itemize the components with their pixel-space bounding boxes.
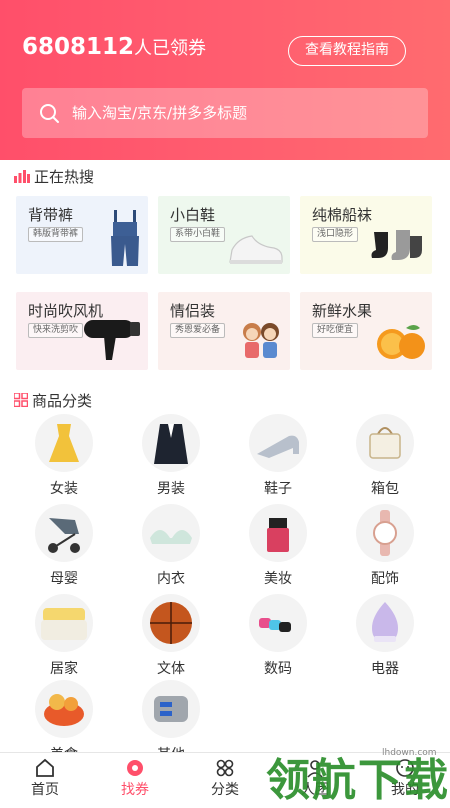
- category-label: 男装: [157, 481, 185, 497]
- hot-card-title: 小白鞋: [170, 206, 216, 224]
- hair-dryer-icon: [84, 316, 142, 366]
- hot-card-tag: 浅口隐形: [312, 227, 359, 242]
- coupon-count: 6808112人已领券: [22, 34, 206, 60]
- hot-search-title: 正在热搜: [14, 166, 94, 187]
- basketball-icon: [142, 594, 200, 652]
- hot-card-title: 纯棉船袜: [312, 206, 373, 224]
- cushion-icon: [35, 594, 93, 652]
- category-label: 母婴: [50, 571, 78, 587]
- tab-label: 找券: [121, 782, 149, 798]
- category-label: 美妆: [264, 571, 292, 587]
- hot-card-overalls[interactable]: 背带裤 韩版背带裤: [16, 196, 148, 274]
- hot-card-tag: 韩版背带裤: [28, 227, 84, 242]
- category-underwear[interactable]: 内衣: [126, 504, 216, 588]
- orange-icon: [376, 322, 426, 366]
- suit-icon: [142, 414, 200, 472]
- category-accessories[interactable]: 配饰: [340, 504, 430, 588]
- category-title: 商品分类: [13, 390, 93, 411]
- header-banner: 6808112人已领券 查看教程指南 输入淘宝/京东/拼多多标题: [0, 0, 450, 160]
- humidifier-icon: [356, 594, 414, 652]
- car-charger-icon: [142, 680, 200, 738]
- tab-home[interactable]: 首页: [5, 757, 85, 799]
- category-label: 内衣: [157, 571, 185, 587]
- overalls-icon: [108, 210, 142, 270]
- category-appliances[interactable]: 电器: [340, 594, 430, 678]
- hot-search-label: 正在热搜: [34, 168, 95, 186]
- tutorial-guide-button[interactable]: 查看教程指南: [288, 36, 406, 66]
- bar-chart-icon: [14, 169, 30, 187]
- hot-card-tag: 好吃便宜: [312, 323, 359, 338]
- category-label: 女装: [50, 481, 78, 497]
- category-label: 数码: [264, 661, 292, 677]
- hot-card-title: 新鲜水果: [312, 302, 373, 320]
- category-bags[interactable]: 箱包: [340, 414, 430, 498]
- watch-icon: [356, 504, 414, 562]
- category-sports[interactable]: 文体: [126, 594, 216, 678]
- tab-category[interactable]: 分类: [185, 757, 265, 799]
- bra-icon: [142, 504, 200, 562]
- digital-icon: [249, 594, 307, 652]
- category-home[interactable]: 居家: [19, 594, 109, 678]
- hot-card-tag: 快来洗剪吹: [28, 323, 84, 338]
- hot-card-couple[interactable]: 情侣装 秀恩爱必备: [158, 292, 290, 370]
- coupon-count-number: 6808112: [22, 34, 135, 60]
- category-shoes[interactable]: 鞋子: [233, 414, 323, 498]
- category-label: 居家: [50, 661, 78, 677]
- category-men[interactable]: 男装: [126, 414, 216, 498]
- handbag-icon: [356, 414, 414, 472]
- search-bar[interactable]: 输入淘宝/京东/拼多多标题: [22, 88, 428, 138]
- hot-card-title: 情侣装: [170, 302, 216, 320]
- category-label: 商品分类: [32, 392, 93, 410]
- hot-card-sneaker[interactable]: 小白鞋 系带小白鞋: [158, 196, 290, 274]
- home-icon: [5, 757, 85, 779]
- grid-icon: [13, 391, 29, 411]
- category-digital[interactable]: 数码: [233, 594, 323, 678]
- tab-coupon[interactable]: 找券: [95, 757, 175, 799]
- tab-label: 首页: [31, 782, 59, 798]
- category-cosmetics[interactable]: 美妆: [233, 504, 323, 588]
- category-women[interactable]: 女装: [19, 414, 109, 498]
- hot-card-tag: 系带小白鞋: [170, 227, 226, 242]
- hot-card-title: 背带裤: [28, 206, 74, 224]
- high-heel-icon: [249, 414, 307, 472]
- search-icon: [40, 104, 59, 123]
- watermark-site: lhdown.com: [382, 748, 437, 758]
- sneaker-icon: [228, 232, 284, 270]
- category-label: 配饰: [371, 571, 399, 587]
- watermark: 领航下载 lhdown.com: [266, 744, 450, 806]
- hot-card-fruit[interactable]: 新鲜水果 好吃便宜: [300, 292, 432, 370]
- category-label: 箱包: [371, 481, 399, 497]
- dress-icon: [35, 414, 93, 472]
- tab-label: 分类: [211, 782, 239, 798]
- stroller-icon: [35, 504, 93, 562]
- cosmetics-icon: [249, 504, 307, 562]
- food-icon: [35, 680, 93, 738]
- category-label: 电器: [371, 661, 399, 677]
- socks-icon: [370, 226, 426, 270]
- hot-card-socks[interactable]: 纯棉船袜 浅口隐形: [300, 196, 432, 274]
- category-icon: [185, 757, 265, 779]
- coupon-count-unit: 人已领券: [134, 38, 207, 59]
- hot-card-hair-dryer[interactable]: 时尚吹风机 快来洗剪吹: [16, 292, 148, 370]
- couple-icon: [238, 320, 284, 366]
- search-input[interactable]: 输入淘宝/京东/拼多多标题: [72, 102, 247, 123]
- category-baby[interactable]: 母婴: [19, 504, 109, 588]
- category-label: 鞋子: [264, 481, 292, 497]
- category-label: 文体: [157, 661, 185, 677]
- hot-card-tag: 秀恩爱必备: [170, 323, 226, 338]
- coupon-icon: [95, 757, 175, 779]
